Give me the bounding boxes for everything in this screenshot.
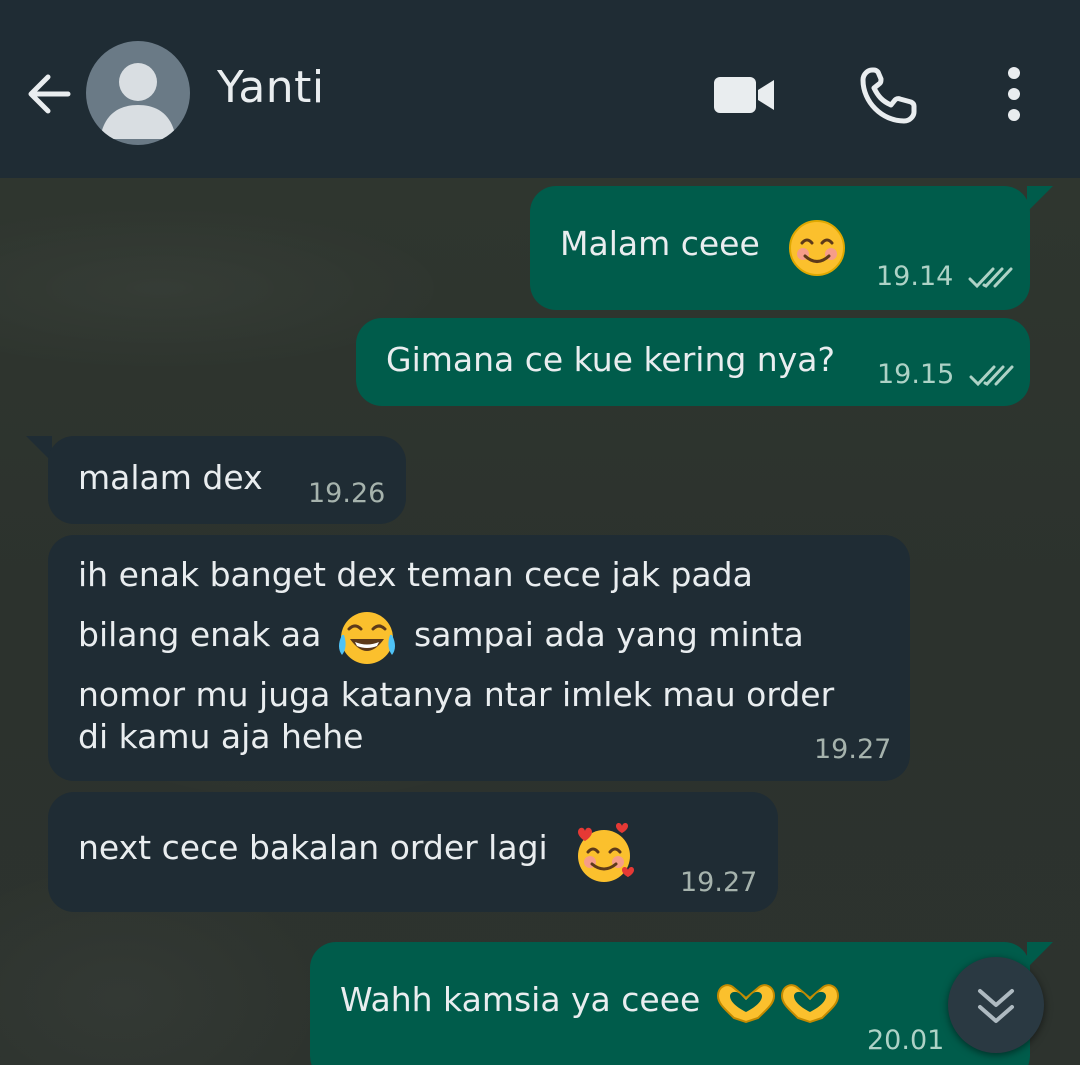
message-bubble-outgoing[interactable]: Gimana ce kue kering nya? 19.15 bbox=[356, 318, 1030, 406]
message-text: malam dex bbox=[78, 458, 263, 497]
chat-screen: Yanti Malam ceee 19.14 Gimana ce kue ker… bbox=[0, 0, 1080, 1065]
message-meta: 19.15 bbox=[877, 360, 1015, 390]
double-chevron-down-icon bbox=[978, 989, 1014, 1023]
message-text: Wahh kamsia ya ceee bbox=[340, 980, 701, 1019]
message-line: bilang enak aa bbox=[78, 615, 322, 654]
back-arrow-icon[interactable] bbox=[22, 66, 78, 122]
message-bubble-incoming[interactable]: next cece bakalan order lagi 19.27 bbox=[48, 792, 778, 912]
message-time: 19.27 bbox=[680, 867, 758, 898]
message-line: di kamu aja hehe bbox=[78, 717, 364, 756]
tears-of-joy-icon bbox=[339, 612, 395, 664]
message-time: 19.27 bbox=[814, 734, 892, 765]
read-receipt-icon bbox=[969, 365, 1014, 386]
contact-name[interactable]: Yanti bbox=[217, 62, 325, 113]
message-bubble-outgoing[interactable]: Wahh kamsia ya ceee 20.01 bbox=[310, 942, 1030, 1065]
smiling-face-hearts-icon bbox=[578, 823, 634, 882]
message-text: Gimana ce kue kering nya? bbox=[386, 340, 835, 379]
message-bubble-incoming[interactable]: malam dex 19.26 bbox=[48, 436, 406, 524]
video-call-icon[interactable] bbox=[712, 72, 776, 118]
phone-call-icon[interactable] bbox=[858, 66, 918, 126]
message-list[interactable]: Malam ceee 19.14 Gimana ce kue kering ny… bbox=[0, 178, 1080, 1065]
message-time: 19.14 bbox=[876, 261, 954, 292]
message-time: 20.01 bbox=[867, 1025, 945, 1056]
message-line: ih enak banget dex teman cece jak pada bbox=[78, 555, 753, 594]
message-meta: 19.14 bbox=[876, 262, 1014, 292]
more-vert-icon[interactable] bbox=[996, 64, 1032, 124]
message-time: 19.26 bbox=[308, 478, 386, 509]
read-receipt-icon bbox=[968, 267, 1013, 288]
message-time: 19.15 bbox=[877, 359, 955, 390]
heart-hands-icon bbox=[716, 984, 840, 1024]
scroll-to-bottom-button[interactable] bbox=[948, 957, 1044, 1053]
message-text: next cece bakalan order lagi bbox=[78, 828, 548, 867]
smiling-face-icon bbox=[789, 220, 845, 276]
message-bubble-incoming[interactable]: ih enak banget dex teman cece jak pada b… bbox=[48, 535, 910, 781]
bubble-tail bbox=[1027, 186, 1053, 212]
avatar[interactable] bbox=[86, 41, 190, 145]
avatar-placeholder-icon bbox=[100, 63, 176, 139]
message-line: sampai ada yang minta bbox=[414, 615, 804, 654]
message-bubble-outgoing[interactable]: Malam ceee 19.14 bbox=[530, 186, 1030, 310]
chat-header: Yanti bbox=[0, 0, 1080, 178]
message-text: Malam ceee bbox=[560, 224, 760, 263]
